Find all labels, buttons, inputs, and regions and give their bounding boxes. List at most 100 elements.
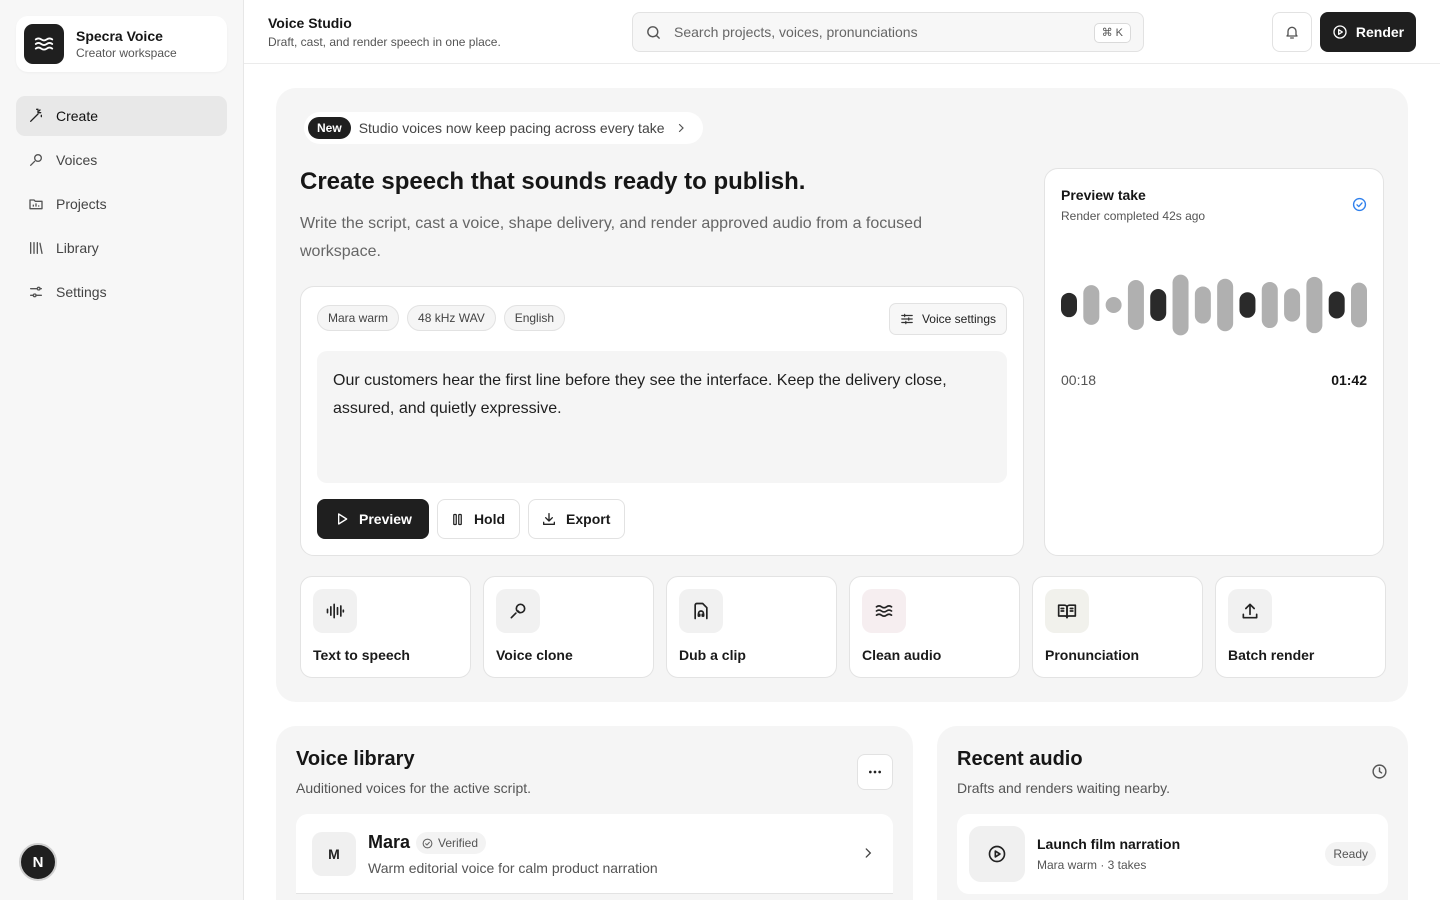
tool-pronunciation[interactable]: Pronunciation xyxy=(1032,576,1203,678)
wand-icon xyxy=(30,108,42,122)
mic-icon xyxy=(510,603,526,619)
audio-title: Launch film narration xyxy=(1037,836,1181,852)
tool-label: Pronunciation xyxy=(1045,647,1140,663)
waveform-bar xyxy=(1127,280,1144,330)
waveform-bar xyxy=(1172,274,1189,336)
hold-button-label: Hold xyxy=(473,511,506,527)
brand-name: Specra Voice xyxy=(76,28,163,44)
tool-text-to-speech[interactable]: Text to speech xyxy=(300,576,471,678)
sidebar-item-label: Library xyxy=(56,240,99,256)
check-circle-icon xyxy=(422,838,433,848)
waveform-bar xyxy=(1239,292,1256,318)
audio-meta: Mara warm · 3 takes xyxy=(1037,858,1147,872)
page-subtitle: Draft, cast, and render speech in one pl… xyxy=(268,35,501,49)
brand-card[interactable]: Specra Voice Creator workspace xyxy=(16,16,227,72)
hero-title: Create speech that sounds ready to publi… xyxy=(300,168,806,195)
list-item[interactable]: Launch film narration Mara warm · 3 take… xyxy=(957,814,1388,894)
mic-icon xyxy=(30,154,42,166)
sidebar-item-projects[interactable]: Projects xyxy=(16,184,227,224)
recent-audio-panel: Recent audio Drafts and renders waiting … xyxy=(937,726,1408,900)
sidebar-item-label: Settings xyxy=(56,284,107,300)
tool-grid: Text to speech Voice clone Dub a clip Cl… xyxy=(300,576,1386,678)
announcement-text: Studio voices now keep pacing across eve… xyxy=(358,120,665,136)
voice-library-title: Voice library xyxy=(296,748,415,770)
status-badge: Ready xyxy=(1325,842,1376,866)
check-circle-icon xyxy=(1352,197,1367,212)
voice-settings-button[interactable]: Voice settings xyxy=(888,303,1007,335)
sidebar-item-create[interactable]: Create xyxy=(16,96,227,136)
sidebar-nav: Create Voices Projects Library Settings xyxy=(16,96,227,316)
export-button[interactable]: Export xyxy=(528,499,626,539)
tool-label: Clean audio xyxy=(862,647,942,663)
language-chip[interactable]: English xyxy=(503,305,566,331)
waveform-bar xyxy=(1328,291,1345,319)
play-audio-button[interactable] xyxy=(969,826,1025,882)
tool-icon-tile xyxy=(313,589,357,633)
voice-name: Mara xyxy=(368,832,411,852)
recent-audio-subtitle: Drafts and renders waiting nearby. xyxy=(957,780,1170,796)
tool-label: Batch render xyxy=(1228,647,1315,663)
tool-batch-render[interactable]: Batch render xyxy=(1215,576,1386,678)
waveform-icon xyxy=(326,603,345,619)
waveform[interactable] xyxy=(1061,273,1367,337)
search-bar[interactable]: ⌘ K xyxy=(632,12,1144,52)
search-input[interactable] xyxy=(674,24,1074,40)
notifications-button[interactable] xyxy=(1272,12,1312,52)
create-panel: New Studio voices now keep pacing across… xyxy=(276,88,1408,702)
preview-take-status: Render completed 42s ago xyxy=(1061,209,1206,223)
brand-subtitle: Creator workspace xyxy=(76,46,177,60)
sidebar-item-label: Create xyxy=(56,108,99,124)
preview-take-card: Preview take Render completed 42s ago 00… xyxy=(1044,168,1384,556)
list-item[interactable]: M Mara Verified Warm editorial voice for… xyxy=(296,814,893,894)
folder-icon xyxy=(29,199,43,210)
waves-logo-icon xyxy=(24,24,64,64)
tool-icon-tile xyxy=(679,589,723,633)
announcement-pill[interactable]: New Studio voices now keep pacing across… xyxy=(304,112,703,144)
pause-icon xyxy=(453,513,462,525)
format-chip[interactable]: 48 kHz WAV xyxy=(407,305,496,331)
tool-clean-audio[interactable]: Clean audio xyxy=(849,576,1020,678)
total-duration: 01:42 xyxy=(1331,372,1367,388)
page-title: Voice Studio xyxy=(268,15,352,31)
more-options-button[interactable] xyxy=(857,754,893,790)
tool-voice-clone[interactable]: Voice clone xyxy=(483,576,654,678)
hold-button[interactable]: Hold xyxy=(436,499,521,539)
export-button-label: Export xyxy=(566,511,611,527)
verified-badge-label: Verified xyxy=(438,836,479,850)
waveform-bar xyxy=(1105,297,1122,313)
script-editor: Mara warm 48 kHz WAV English Voice setti… xyxy=(300,286,1024,556)
chevron-right-icon xyxy=(678,123,684,133)
tool-icon-tile xyxy=(496,589,540,633)
user-avatar[interactable]: N xyxy=(19,843,57,881)
voice-library-subtitle: Auditioned voices for the active script. xyxy=(296,780,532,796)
bell-icon xyxy=(1286,26,1298,39)
render-button[interactable]: Render xyxy=(1320,12,1416,52)
voice-library-panel: Voice library Auditioned voices for the … xyxy=(276,726,913,900)
search-shortcut: ⌘ K xyxy=(1093,23,1131,43)
voice-description: Warm editorial voice for calm product na… xyxy=(368,860,658,876)
waveform-bar xyxy=(1261,281,1278,329)
voice-avatar: M xyxy=(312,832,356,876)
preview-button[interactable]: Preview xyxy=(317,499,429,539)
tool-icon-tile xyxy=(1045,589,1089,633)
preview-take-title: Preview take xyxy=(1061,187,1146,203)
preview-button-label: Preview xyxy=(359,511,412,527)
voice-chip[interactable]: Mara warm xyxy=(317,305,400,331)
sidebar-item-settings[interactable]: Settings xyxy=(16,272,227,312)
script-chips: Mara warm 48 kHz WAV English xyxy=(317,305,573,331)
search-icon xyxy=(647,25,660,39)
sidebar-item-library[interactable]: Library xyxy=(16,228,227,268)
sidebar: Specra Voice Creator workspace Create Vo… xyxy=(0,0,244,900)
sliders-icon xyxy=(30,286,42,298)
verified-badge: Verified xyxy=(416,832,487,854)
sidebar-item-voices[interactable]: Voices xyxy=(16,140,227,180)
waveform-bar xyxy=(1284,288,1301,322)
sidebar-item-label: Projects xyxy=(56,196,107,212)
waveform-bar xyxy=(1194,286,1211,324)
tool-dub-a-clip[interactable]: Dub a clip xyxy=(666,576,837,678)
script-textarea[interactable]: Our customers hear the first line before… xyxy=(317,351,1007,483)
waves-icon xyxy=(875,605,893,617)
clock-icon[interactable] xyxy=(1371,763,1388,780)
voice-settings-label: Voice settings xyxy=(921,312,996,326)
waveform-bar xyxy=(1351,282,1367,328)
